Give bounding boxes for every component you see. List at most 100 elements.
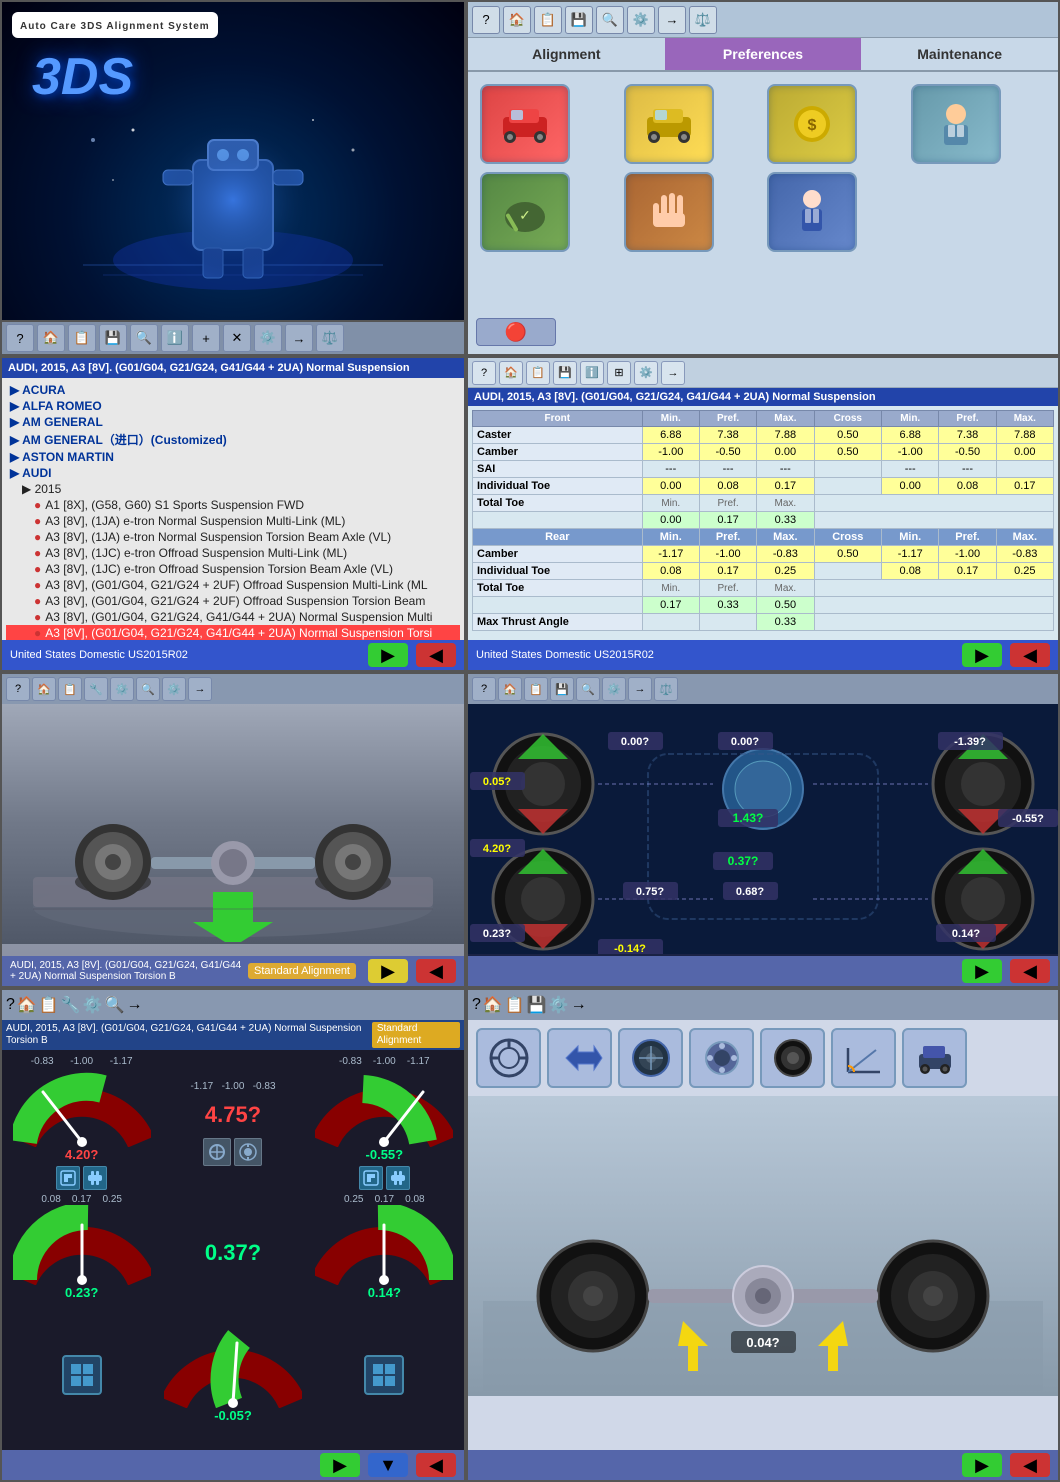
bl-home-btn[interactable]: 🏠 [32, 677, 56, 701]
info-btn[interactable]: ℹ️ [161, 324, 189, 352]
save-btn-tr[interactable]: 💾 [565, 6, 593, 34]
br-back-btn[interactable]: ◀ [1010, 959, 1050, 983]
mr-back-btn[interactable]: ◀ [1010, 643, 1050, 667]
pref-mechanic-icon[interactable] [911, 84, 1001, 164]
mr-home-btn[interactable]: 🏠 [499, 361, 523, 385]
gauges-doc-btn[interactable]: 📋 [39, 995, 59, 1015]
bl-help-btn[interactable]: ? [6, 677, 30, 701]
gauges-next-btn[interactable]: → [127, 996, 143, 1014]
search-btn-tr[interactable]: 🔍 [596, 6, 624, 34]
search-btn[interactable]: 🔍 [130, 324, 158, 352]
pref-wrench-icon[interactable]: ✓ [480, 172, 570, 252]
settings-btn[interactable]: ⚙️ [254, 324, 282, 352]
model-a3-1jc-vl[interactable]: ●A3 [8V], (1JC) e-tron Offroad Suspensio… [6, 561, 460, 577]
br-home-btn[interactable]: 🏠 [498, 677, 522, 701]
fl-icon-1[interactable] [56, 1166, 80, 1190]
next-btn-tr[interactable]: → [658, 6, 686, 34]
model-a3-1ja-vl[interactable]: ●A3 [8V], (1JA) e-tron Normal Suspension… [6, 529, 460, 545]
fr-icon-1[interactable] [359, 1166, 383, 1190]
mr-settings-btn[interactable]: ⚙️ [634, 361, 658, 385]
br2-save-btn[interactable]: 💾 [527, 995, 547, 1015]
help-btn[interactable]: ? [6, 324, 34, 352]
year-2015[interactable]: ▶ 2015 [6, 481, 460, 497]
align-icon-tire[interactable] [760, 1028, 825, 1088]
balance-btn[interactable]: ⚖️ [316, 324, 344, 352]
brand-alfa[interactable]: ▶ ALFA ROMEO [6, 398, 460, 414]
align-icon-steering[interactable] [476, 1028, 541, 1088]
pref-coin-icon[interactable]: $ [767, 84, 857, 164]
align-icon-disc[interactable] [689, 1028, 754, 1088]
align-icon-angle[interactable] [831, 1028, 896, 1088]
brand-amgen[interactable]: ▶ AM GENERAL [6, 414, 460, 430]
br-next-btn[interactable]: → [628, 677, 652, 701]
gauges-back-btn[interactable]: ◀ [416, 1453, 456, 1477]
br-search-btn[interactable]: 🔍 [576, 677, 600, 701]
doc-btn-tr[interactable]: 📋 [534, 6, 562, 34]
mr-help-btn[interactable]: ? [472, 361, 496, 385]
gauges-search-btn[interactable]: 🔍 [105, 995, 125, 1015]
fl-icon-2[interactable] [83, 1166, 107, 1190]
bl-search-btn[interactable]: 🔍 [136, 677, 160, 701]
save-btn[interactable]: 💾 [99, 324, 127, 352]
br-help-btn[interactable]: ? [472, 677, 496, 701]
gauge-small-icon-1[interactable] [62, 1355, 102, 1395]
br2-back-btn[interactable]: ◀ [1010, 1453, 1050, 1477]
brand-acura[interactable]: ▶ ACURA [6, 382, 460, 398]
ml-back-btn[interactable]: ◀ [416, 643, 456, 667]
pref-person-icon[interactable] [767, 172, 857, 252]
settings-btn-tr[interactable]: ⚙️ [627, 6, 655, 34]
model-a3-1jc-ml[interactable]: ●A3 [8V], (1JC) e-tron Offroad Suspensio… [6, 545, 460, 561]
gauges-next-btn[interactable]: ▶ [320, 1453, 360, 1477]
bl-next-btn[interactable]: ▶ [368, 959, 408, 983]
pref-car-icon[interactable] [480, 84, 570, 164]
pref-car-yellow-icon[interactable] [624, 84, 714, 164]
home-btn[interactable]: 🏠 [37, 324, 65, 352]
model-a3-g01-ml[interactable]: ●A3 [8V], (G01/G04, G21/G24 + 2UF) Offro… [6, 577, 460, 593]
bl-next-btn[interactable]: → [188, 677, 212, 701]
brand-amgen-import[interactable]: ▶ AM GENERAL（进口）(Customized) [6, 430, 460, 449]
br2-home-btn[interactable]: 🏠 [483, 995, 503, 1015]
tab-maintenance[interactable]: Maintenance [861, 38, 1058, 72]
mr-info-btn[interactable]: ℹ️ [580, 361, 604, 385]
br2-settings-btn[interactable]: ⚙️ [549, 995, 569, 1015]
gauges-wrench-btn[interactable]: 🔧 [61, 995, 81, 1015]
model-a3-g01-tb[interactable]: ●A3 [8V], (G01/G04, G21/G24 + 2UF) Offro… [6, 593, 460, 609]
home-btn-tr[interactable]: 🏠 [503, 6, 531, 34]
gauge-small-icon-2[interactable] [364, 1355, 404, 1395]
tr-bottom-bar[interactable]: 🔴 [476, 318, 556, 346]
bl-wrench-btn[interactable]: 🔧 [84, 677, 108, 701]
br-doc-btn[interactable]: 📋 [524, 677, 548, 701]
bl-gear-btn[interactable]: ⚙️ [162, 677, 186, 701]
br-save-btn[interactable]: 💾 [550, 677, 574, 701]
mr-next-btn[interactable]: → [661, 361, 685, 385]
tab-alignment[interactable]: Alignment [468, 38, 665, 72]
ml-next-btn[interactable]: ▶ [368, 643, 408, 667]
br2-next-btn[interactable]: ▶ [962, 1453, 1002, 1477]
fr-icon-2[interactable] [386, 1166, 410, 1190]
bl-back-btn[interactable]: ◀ [416, 959, 456, 983]
next-btn[interactable]: → [285, 324, 313, 352]
model-a3-g44-ml[interactable]: ●A3 [8V], (G01/G04, G21/G24, G41/G44 + 2… [6, 609, 460, 625]
center-icon-2[interactable] [234, 1138, 262, 1166]
br-balance-btn[interactable]: ⚖️ [654, 677, 678, 701]
bl-doc-btn[interactable]: 📋 [58, 677, 82, 701]
model-a1[interactable]: ●A1 [8X], (G58, G60) S1 Sports Suspensio… [6, 497, 460, 513]
mr-next-btn[interactable]: ▶ [962, 643, 1002, 667]
brand-audi[interactable]: ▶ AUDI [6, 465, 460, 481]
gauges-help-btn[interactable]: ? [6, 996, 15, 1014]
model-a3-g44-tb-selected[interactable]: ●A3 [8V], (G01/G04, G21/G24, G41/G44 + 2… [6, 625, 460, 641]
pref-hand-icon[interactable] [624, 172, 714, 252]
align-icon-wheel1[interactable] [618, 1028, 683, 1088]
add-btn[interactable]: + [192, 324, 220, 352]
doc-btn[interactable]: 📋 [68, 324, 96, 352]
tab-preferences[interactable]: Preferences [665, 38, 862, 72]
br2-next-btn[interactable]: → [571, 996, 587, 1014]
align-icon-arrows[interactable] [547, 1028, 612, 1088]
gauges-settings-btn[interactable]: ⚙️ [83, 995, 103, 1015]
mr-save-btn[interactable]: 💾 [553, 361, 577, 385]
center-icon-1[interactable] [203, 1138, 231, 1166]
br-settings-btn[interactable]: ⚙️ [602, 677, 626, 701]
bl-settings-btn[interactable]: ⚙️ [110, 677, 134, 701]
br-next-btn[interactable]: ▶ [962, 959, 1002, 983]
mr-doc-btn[interactable]: 📋 [526, 361, 550, 385]
